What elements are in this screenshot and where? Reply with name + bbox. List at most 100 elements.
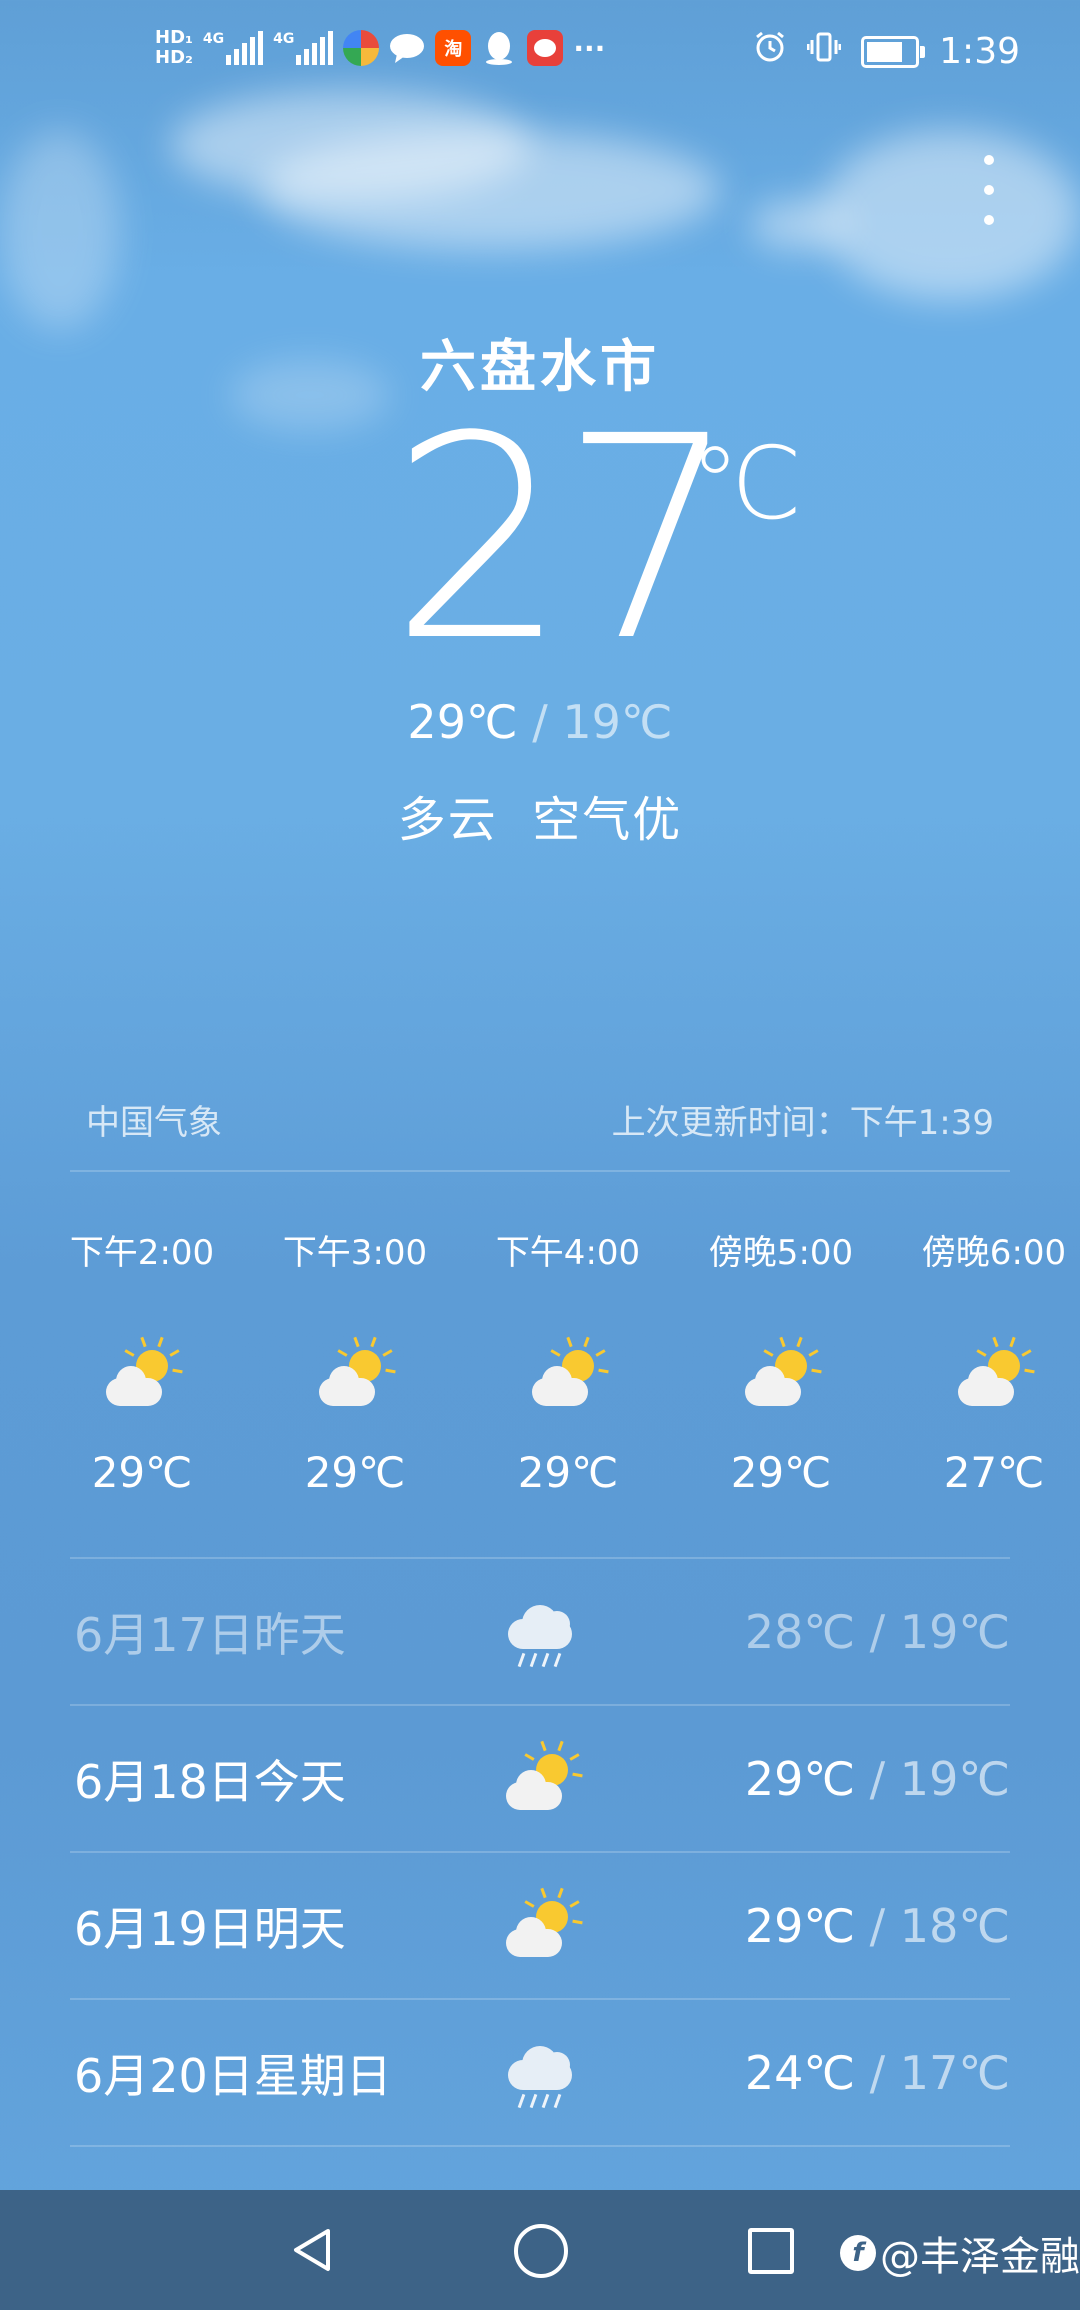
divider [70, 1170, 1010, 1172]
sun-ray [1009, 1336, 1017, 1347]
hour-temp: 29℃ [91, 1448, 193, 1497]
sun-ray [557, 1740, 565, 1751]
separator: / [869, 2045, 886, 2100]
rain-drop [517, 1652, 526, 1668]
sun-ray [796, 1336, 804, 1347]
cloud-shape [544, 1611, 570, 1637]
day-range: 29℃ / 19℃ [745, 1752, 1010, 1806]
hourly-item: 下午4:00 29℃ [478, 1225, 658, 1497]
air-quality[interactable]: 空气优 [532, 792, 682, 848]
sim2-label: HD₂ [155, 47, 193, 68]
sun-ray [172, 1368, 183, 1373]
day-low: 19℃ [899, 1604, 1010, 1659]
rain-drop [553, 1652, 562, 1668]
network-type-label: 4G [202, 31, 225, 47]
daily-row[interactable]: 6月20日星期日 24℃ / 17℃ [70, 1998, 1010, 2145]
sun-ray [811, 1368, 822, 1373]
hour-time: 傍晚5:00 [708, 1233, 854, 1273]
hour-time: 下午2:00 [69, 1233, 215, 1273]
sun-ray [550, 1349, 561, 1357]
temperature-unit: ℃ [690, 425, 803, 542]
cloud-shape [755, 1366, 785, 1396]
sun-ray [169, 1349, 180, 1357]
sun-ray [569, 1900, 580, 1908]
watermark-text: @丰泽金融 [880, 2234, 1080, 2280]
pinwheel-app-icon [343, 30, 380, 66]
daily-forecast: 6月17日昨天 28℃ / 19℃ 6月18日今天 29℃ / 19℃ 6月19… [70, 1557, 1010, 2227]
hourly-item: 下午2:00 29℃ [52, 1225, 232, 1497]
partly-cloudy-icon [502, 1887, 583, 1965]
hour-time: 傍晚6:00 [921, 1233, 1067, 1273]
alarm-icon [753, 30, 787, 73]
sun-ray [778, 1336, 786, 1347]
day-low: 19℃ [899, 1751, 1010, 1806]
recent-apps-icon[interactable] [748, 2228, 794, 2274]
hourly-item: 傍晚6:00 27℃ [904, 1225, 1080, 1497]
navigation-bar: f @丰泽金融 [0, 2190, 1080, 2310]
sky-cloud [0, 130, 120, 330]
cloud-shape [516, 1917, 546, 1947]
hourly-forecast[interactable]: 下午2:00 29℃ 下午3:00 29℃ 下午4:00 29℃ 傍晚5:00 … [70, 1225, 1080, 1565]
app-icon [527, 30, 564, 66]
rain-drop [541, 2093, 550, 2109]
sun-ray [572, 1919, 583, 1924]
day-high: 24℃ [744, 2045, 856, 2100]
daily-row[interactable]: 6月18日今天 29℃ / 19℃ [70, 1704, 1010, 1851]
low-temp: 19℃ [562, 695, 673, 749]
rain-drop [529, 1652, 538, 1668]
sun-ray [157, 1336, 165, 1347]
cloud-shape [516, 1770, 546, 1800]
daily-row[interactable]: 6月19日明天 29℃ / 18℃ [70, 1851, 1010, 1998]
watermark: f @丰泽金融 [840, 2224, 1080, 2282]
sun-ray [583, 1336, 591, 1347]
sun-ray [557, 1887, 565, 1898]
partly-cloudy-icon [315, 1336, 396, 1414]
hour-temp: 29℃ [517, 1448, 619, 1497]
taobao-icon: 淘 [435, 30, 472, 66]
sun-ray [124, 1349, 135, 1357]
high-low-temperature: 29℃ / 19℃ [0, 695, 1080, 749]
day-range: 28℃ / 19℃ [745, 1605, 1010, 1659]
day-high: 29℃ [744, 1898, 856, 1953]
home-icon[interactable] [514, 2224, 568, 2278]
qq-icon [481, 30, 517, 66]
partly-cloudy-icon [954, 1336, 1035, 1414]
watermark-logo-icon: f [840, 2235, 876, 2271]
cloud-shape [544, 2052, 570, 2078]
day-range: 29℃ / 18℃ [745, 1899, 1010, 1953]
hour-temp: 29℃ [304, 1448, 406, 1497]
rain-drop [529, 2093, 538, 2109]
rain-drop [553, 2093, 562, 2109]
cloud-shape [116, 1366, 146, 1396]
separator: / [869, 1604, 886, 1659]
hd-icon: HD₁ HD₂ [155, 28, 193, 68]
more-options-icon[interactable] [974, 155, 1004, 225]
sun-ray [598, 1368, 609, 1373]
rain-drop [517, 2093, 526, 2109]
data-provider[interactable]: 中国气象 [86, 1095, 222, 1144]
network-type-label: 4G [273, 31, 295, 47]
hourly-item: 下午3:00 29℃ [265, 1225, 445, 1497]
weather-condition: 多云 [397, 792, 498, 848]
hour-time: 下午4:00 [495, 1233, 641, 1273]
back-icon[interactable] [288, 2225, 338, 2275]
separator: / [869, 1898, 886, 1953]
source-row: 中国气象 上次更新时间：下午1:39 [70, 1095, 1010, 1144]
cloud-shape [542, 1366, 572, 1396]
daily-row[interactable]: 6月17日昨天 28℃ / 19℃ [70, 1557, 1010, 1704]
day-low: 17℃ [899, 2045, 1010, 2100]
last-updated: 上次更新时间：下午1:39 [611, 1103, 994, 1143]
sun-ray [539, 1740, 547, 1751]
sun-ray [565, 1336, 573, 1347]
day-high: 28℃ [744, 1604, 856, 1659]
sun-ray [139, 1336, 147, 1347]
sun-ray [524, 1900, 535, 1908]
separator: / [532, 695, 548, 749]
sun-ray [337, 1349, 348, 1357]
high-temp: 29℃ [407, 695, 518, 749]
day-range: 24℃ / 17℃ [745, 2046, 1010, 2100]
hour-temp: 27℃ [943, 1448, 1045, 1497]
sun-ray [595, 1349, 606, 1357]
battery-icon [861, 35, 926, 68]
cloud-shape [329, 1366, 359, 1396]
